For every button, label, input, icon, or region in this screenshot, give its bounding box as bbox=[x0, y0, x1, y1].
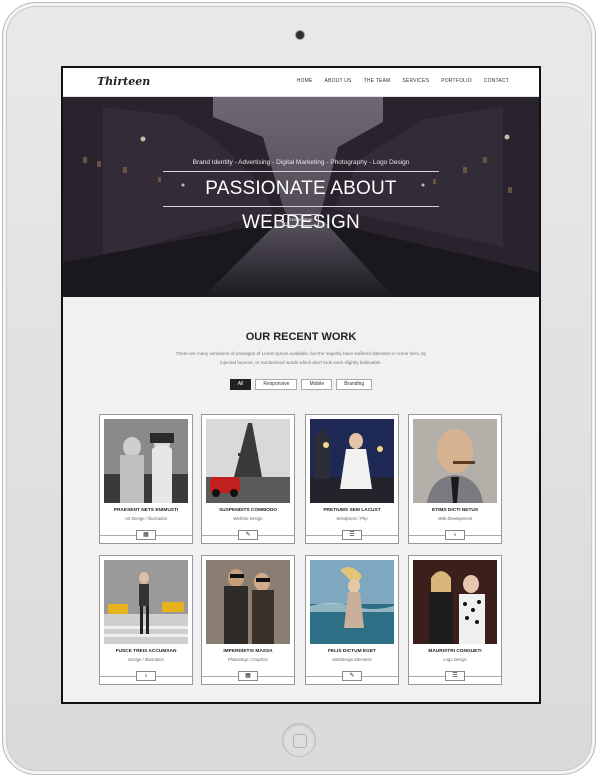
card-title: IMPERDIETIS MASSA bbox=[223, 649, 273, 654]
card-title: MAURISTRI CONGUETI bbox=[428, 649, 482, 654]
hero-banner: Brand Identity - Advertising - Digital M… bbox=[63, 97, 539, 297]
portfolio-photo-night-city[interactable] bbox=[310, 419, 394, 503]
portfolio-photo-street-taxi[interactable] bbox=[104, 560, 188, 644]
portfolio-filters: All Responsive Mobile Branding bbox=[63, 379, 539, 390]
card-subtitle: Design / Illustration bbox=[128, 657, 164, 662]
portfolio-card[interactable]: IMPERDIETIS MASSA Photoshop / Graphics ▦ bbox=[201, 555, 295, 685]
portfolio-photo-eiffel[interactable] bbox=[206, 419, 290, 503]
site-logo[interactable]: Thirteen bbox=[97, 75, 150, 88]
headphones-icon[interactable]: ♭ bbox=[445, 530, 465, 540]
filter-all[interactable]: All bbox=[229, 379, 252, 390]
portfolio-photo-cigar-man[interactable] bbox=[413, 419, 497, 503]
headphones-icon[interactable]: ♭ bbox=[136, 671, 156, 681]
nav-item-portfolio[interactable]: PORTFOLIO bbox=[441, 78, 472, 84]
nav-item-team[interactable]: THE TEAM bbox=[364, 78, 391, 84]
portfolio-card[interactable]: MAURISTRI CONGUETI Logo Design ☰ bbox=[408, 555, 502, 685]
nav-item-services[interactable]: SERVICES bbox=[402, 78, 429, 84]
card-subtitle: Photoshop / Graphics bbox=[227, 657, 269, 662]
nav-item-contact[interactable]: CONTACT bbox=[484, 78, 509, 84]
portfolio-card[interactable]: SUSPENDITS COMMODO Website Design ✎ bbox=[201, 414, 295, 544]
card-title: SUSPENDITS COMMODO bbox=[218, 508, 278, 513]
tablet-screen: Thirteen HOME ABOUT US THE TEAM SERVICES… bbox=[61, 66, 541, 704]
portfolio-photo-fashion-couple[interactable] bbox=[206, 560, 290, 644]
card-title: FUSCE TREIS ACCUMSAN bbox=[115, 649, 177, 654]
card-title: ETIMS DICTI NETUS bbox=[431, 508, 479, 513]
card-title: PRETIUMS SEM LACUST bbox=[323, 508, 381, 513]
card-subtitle: Wordpress / Php bbox=[336, 516, 368, 521]
card-subtitle: Art Design / Illustration bbox=[124, 516, 168, 521]
portfolio-photo-sea-woman[interactable] bbox=[310, 560, 394, 644]
portfolio-card[interactable]: FUSCE TREIS ACCUMSAN Design / Illustrati… bbox=[99, 555, 193, 685]
nav-item-about[interactable]: ABOUT US bbox=[325, 78, 352, 84]
film-icon[interactable]: ▦ bbox=[238, 671, 258, 681]
nav-menu: HOME ABOUT US THE TEAM SERVICES PORTFOLI… bbox=[297, 78, 509, 84]
home-button[interactable] bbox=[282, 723, 316, 757]
hero-title: PASSIONATE ABOUT WEBDESIGN bbox=[163, 171, 439, 233]
portfolio-card[interactable]: FELIS DICTUM EGET Webdesign Elements ✎ bbox=[305, 555, 399, 685]
learn-more-button[interactable]: Learn More bbox=[283, 214, 319, 226]
filter-mobile[interactable]: Mobile bbox=[301, 379, 333, 390]
website: Thirteen HOME ABOUT US THE TEAM SERVICES… bbox=[63, 68, 539, 702]
card-title: PRAESENT NETS ENIMUSTI bbox=[113, 508, 179, 513]
section-title: OUR RECENT WORK bbox=[245, 331, 357, 343]
portfolio-photo-couple[interactable] bbox=[104, 419, 188, 503]
edit-icon[interactable]: ✎ bbox=[238, 530, 258, 540]
list-icon[interactable]: ☰ bbox=[342, 530, 362, 540]
filter-responsive[interactable]: Responsive bbox=[255, 379, 298, 390]
top-navigation: Thirteen HOME ABOUT US THE TEAM SERVICES… bbox=[63, 68, 539, 97]
card-subtitle: Webdesign Elements bbox=[332, 657, 372, 662]
card-subtitle: Logo Design bbox=[443, 657, 467, 662]
hero-tags: Brand Identity - Advertising - Digital M… bbox=[192, 159, 410, 166]
section-description: There are many variations of passages of… bbox=[175, 351, 427, 365]
edit-icon[interactable]: ✎ bbox=[342, 671, 362, 681]
nav-item-home[interactable]: HOME bbox=[297, 78, 313, 84]
portfolio-card[interactable]: PRETIUMS SEM LACUST Wordpress / Php ☰ bbox=[305, 414, 399, 544]
film-icon[interactable]: ▦ bbox=[136, 530, 156, 540]
card-subtitle: Web Development bbox=[437, 516, 473, 521]
camera-icon bbox=[296, 31, 304, 39]
card-title: FELIS DICTUM EGET bbox=[328, 649, 376, 654]
portfolio-card[interactable]: ETIMS DICTI NETUS Web Development ♭ bbox=[408, 414, 502, 544]
portfolio-photo-two-women[interactable] bbox=[413, 560, 497, 644]
card-subtitle: Website Design bbox=[233, 516, 263, 521]
list-icon[interactable]: ☰ bbox=[445, 671, 465, 681]
filter-branding[interactable]: Branding bbox=[336, 379, 373, 390]
portfolio-card[interactable]: PRAESENT NETS ENIMUSTI Art Design / Illu… bbox=[99, 414, 193, 544]
